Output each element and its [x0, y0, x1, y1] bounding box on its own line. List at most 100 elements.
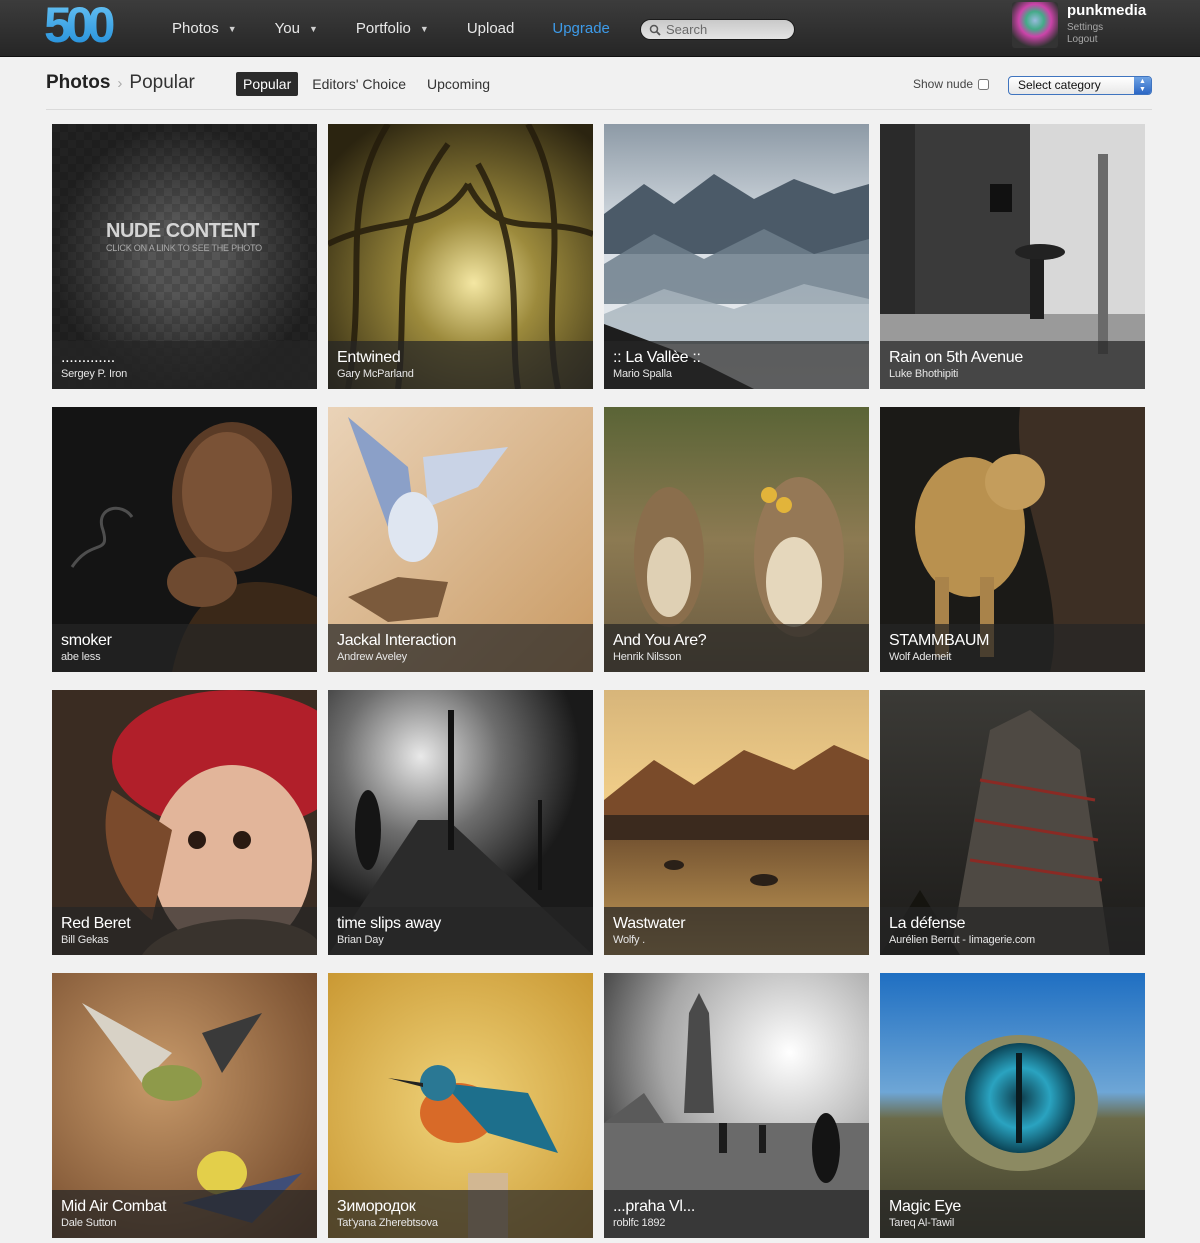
- photo-title: Entwined: [337, 349, 401, 366]
- photo-tile[interactable]: Mid Air Combat Dale Sutton: [52, 973, 317, 1238]
- photo-caption: ...praha Vl... roblfc 1892: [604, 1190, 869, 1238]
- search-input[interactable]: [666, 22, 786, 37]
- nav-you[interactable]: You ▼: [275, 20, 318, 37]
- photo-title: Зимородок: [337, 1198, 416, 1215]
- chevron-right-icon: ›: [117, 74, 123, 92]
- nav-upgrade[interactable]: Upgrade: [552, 20, 610, 37]
- photo-tile[interactable]: time slips away Brian Day: [328, 690, 593, 955]
- photo-tile[interactable]: Wastwater Wolfy .: [604, 690, 869, 955]
- photo-tile[interactable]: NUDE CONTENT CLICK ON A LINK TO SEE THE …: [52, 124, 317, 389]
- photo-tile[interactable]: Red Beret Bill Gekas: [52, 690, 317, 955]
- search-icon: [649, 24, 661, 36]
- photo-title: Wastwater: [613, 915, 686, 932]
- tab-popular[interactable]: Popular: [236, 72, 299, 96]
- show-nude-label: Show nude: [913, 77, 974, 91]
- site-logo[interactable]: 500: [44, 2, 136, 48]
- photo-author[interactable]: Dale Sutton: [61, 1217, 308, 1229]
- section-header: Photos › Popular Popular Editors' Choice…: [46, 70, 1152, 110]
- photo-tile[interactable]: Entwined Gary McParland: [328, 124, 593, 389]
- photo-author[interactable]: Gary McParland: [337, 368, 584, 380]
- search-box[interactable]: [640, 19, 795, 40]
- photo-author[interactable]: roblfc 1892: [613, 1217, 860, 1229]
- photo-caption: Red Beret Bill Gekas: [52, 907, 317, 955]
- photo-caption: :: La Vallèe :: Mario Spalla: [604, 341, 869, 389]
- photo-title: Jackal Interaction: [337, 632, 457, 649]
- photo-caption: STAMMBAUM Wolf Ademeit: [880, 624, 1145, 672]
- feed-tabs: Popular Editors' Choice Upcoming: [236, 72, 504, 96]
- photo-tile[interactable]: STAMMBAUM Wolf Ademeit: [880, 407, 1145, 672]
- photo-title: time slips away: [337, 915, 441, 932]
- breadcrumb: Photos › Popular: [46, 72, 195, 94]
- chevron-down-icon: ▼: [227, 23, 237, 34]
- logout-link[interactable]: Logout: [1067, 34, 1146, 45]
- photo-title: Red Beret: [61, 915, 131, 932]
- photo-caption: La défense Aurélien Berrut - Iimagerie.c…: [880, 907, 1145, 955]
- nav-photos[interactable]: Photos ▼: [172, 20, 237, 37]
- avatar[interactable]: [1012, 2, 1058, 48]
- category-select-value: Select category: [1018, 78, 1101, 92]
- photo-caption: Magic Eye Tareq Al-Tawil: [880, 1190, 1145, 1238]
- photo-author[interactable]: Wolf Ademeit: [889, 651, 1136, 663]
- photo-caption: Зимородок Tat'yana Zherebtsova: [328, 1190, 593, 1238]
- show-nude-toggle[interactable]: Show nude: [913, 77, 990, 91]
- top-navigation-bar: 500 Photos ▼ You ▼ Portfolio ▼ Upload Upgra…: [0, 0, 1200, 57]
- photo-caption: Jackal Interaction Andrew Aveley: [328, 624, 593, 672]
- photo-caption: ............. Sergey P. Iron: [52, 341, 317, 389]
- photo-caption: Rain on 5th Avenue Luke Bhothipiti: [880, 341, 1145, 389]
- photo-tile[interactable]: And You Are? Henrik Nilsson: [604, 407, 869, 672]
- photo-caption: Wastwater Wolfy .: [604, 907, 869, 955]
- photo-tile[interactable]: Зимородок Tat'yana Zherebtsova: [328, 973, 593, 1238]
- breadcrumb-popular: Popular: [129, 72, 195, 93]
- photo-author[interactable]: Brian Day: [337, 934, 584, 946]
- photo-title: Rain on 5th Avenue: [889, 349, 1023, 366]
- photo-author[interactable]: Bill Gekas: [61, 934, 308, 946]
- photo-author[interactable]: Henrik Nilsson: [613, 651, 860, 663]
- select-arrows-icon: ▲ ▼: [1134, 77, 1151, 94]
- svg-text:500: 500: [44, 2, 114, 48]
- settings-link[interactable]: Settings: [1067, 22, 1146, 33]
- photo-title: Magic Eye: [889, 1198, 961, 1215]
- photo-tile[interactable]: ...praha Vl... roblfc 1892: [604, 973, 869, 1238]
- photo-title: ...praha Vl...: [613, 1198, 696, 1215]
- photo-author[interactable]: Aurélien Berrut - Iimagerie.com: [889, 934, 1136, 946]
- photo-caption: Entwined Gary McParland: [328, 341, 593, 389]
- photo-author[interactable]: Sergey P. Iron: [61, 368, 308, 380]
- username[interactable]: punkmedia: [1067, 2, 1146, 19]
- photo-author[interactable]: Luke Bhothipiti: [889, 368, 1136, 380]
- chevron-down-icon: ▼: [419, 23, 429, 34]
- photo-title: smoker: [61, 632, 112, 649]
- photo-tile[interactable]: Magic Eye Tareq Al-Tawil: [880, 973, 1145, 1238]
- photo-title: And You Are?: [613, 632, 707, 649]
- photo-title: STAMMBAUM: [889, 632, 990, 649]
- category-select[interactable]: Select category ▲ ▼: [1008, 76, 1152, 95]
- photo-author[interactable]: Mario Spalla: [613, 368, 860, 380]
- photo-tile[interactable]: Jackal Interaction Andrew Aveley: [328, 407, 593, 672]
- show-nude-checkbox[interactable]: [978, 78, 990, 90]
- photo-title: La défense: [889, 915, 966, 932]
- photo-caption: time slips away Brian Day: [328, 907, 593, 955]
- user-menu: punkmedia Settings Logout: [1012, 2, 1146, 48]
- photo-tile[interactable]: smoker abe less: [52, 407, 317, 672]
- photo-tile[interactable]: Rain on 5th Avenue Luke Bhothipiti: [880, 124, 1145, 389]
- photo-caption: And You Are? Henrik Nilsson: [604, 624, 869, 672]
- photo-caption: Mid Air Combat Dale Sutton: [52, 1190, 317, 1238]
- main-nav: Photos ▼ You ▼ Portfolio ▼ Upload Upgrade: [172, 0, 648, 57]
- nav-upload[interactable]: Upload: [467, 20, 515, 37]
- photo-tile[interactable]: La défense Aurélien Berrut - Iimagerie.c…: [880, 690, 1145, 955]
- photo-author[interactable]: abe less: [61, 651, 308, 663]
- nude-content-notice: NUDE CONTENT CLICK ON A LINK TO SEE THE …: [106, 220, 262, 253]
- photo-title: :: La Vallèe ::: [613, 349, 701, 366]
- photo-grid: NUDE CONTENT CLICK ON A LINK TO SEE THE …: [52, 124, 1145, 1238]
- photo-tile[interactable]: :: La Vallèe :: Mario Spalla: [604, 124, 869, 389]
- photo-title: .............: [61, 349, 115, 366]
- photo-title: Mid Air Combat: [61, 1198, 167, 1215]
- tab-editors-choice[interactable]: Editors' Choice: [305, 72, 413, 96]
- photo-author[interactable]: Wolfy .: [613, 934, 860, 946]
- photo-caption: smoker abe less: [52, 624, 317, 672]
- photo-author[interactable]: Andrew Aveley: [337, 651, 584, 663]
- nav-portfolio[interactable]: Portfolio ▼: [356, 20, 429, 37]
- tab-upcoming[interactable]: Upcoming: [420, 72, 497, 96]
- photo-author[interactable]: Tat'yana Zherebtsova: [337, 1217, 584, 1229]
- photo-author[interactable]: Tareq Al-Tawil: [889, 1217, 1136, 1229]
- breadcrumb-photos[interactable]: Photos: [46, 72, 110, 94]
